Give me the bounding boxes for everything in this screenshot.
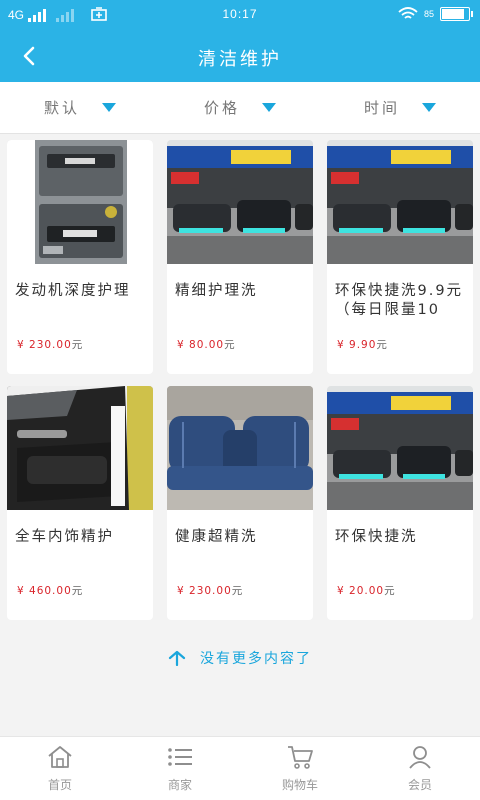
sort-default[interactable]: 默认 [0,82,160,133]
nav-cart[interactable]: 购物车 [240,737,360,800]
product-image-engine [7,140,153,264]
product-price: ¥ 460.00元 [17,585,84,597]
dropdown-triangle-icon [102,103,116,112]
bottom-nav: 首页 商家 购物车 会员 [0,736,480,800]
user-icon [409,746,431,769]
product-grid: 发动机深度护理 ¥ 230.00元 精细护理洗 ¥ 80.00元 环保快捷洗9.… [7,140,473,620]
product-image-storefront [327,140,473,264]
product-name: 全车内饰精护 [15,529,114,545]
nav-home-label: 首页 [47,778,72,792]
product-card[interactable]: 发动机深度护理 ¥ 230.00元 [7,140,153,374]
product-name: 环保快捷洗 [335,529,418,545]
product-image-car-door [7,386,153,510]
nav-member[interactable]: 会员 [360,737,480,800]
list-icon [168,748,192,766]
nav-member-label: 会员 [407,778,432,792]
nav-merchants-label: 商家 [167,778,192,792]
status-right: 85 [398,7,473,21]
page-title: 清洁维护 [198,49,282,70]
sort-time-label: 时间 [363,99,400,117]
product-image-storefront [167,140,313,264]
status-bar: 4G 10:17 85 [0,0,480,30]
no-more-content: 没有更多内容了 [0,648,480,668]
product-name: 精细护理洗 [175,283,258,299]
sort-price[interactable]: 价格 [160,82,320,133]
sort-price-label: 价格 [203,99,240,117]
nav-home[interactable]: 首页 [0,737,120,800]
product-image-storefront [327,386,473,510]
sort-bar: 默认 价格 时间 [0,82,480,134]
product-card[interactable]: 精细护理洗 ¥ 80.00元 [167,140,313,374]
product-price: ¥ 20.00元 [337,585,396,597]
product-name: 健康超精洗 [175,529,258,545]
cart-icon [288,746,313,769]
wifi-icon [398,7,418,19]
product-card[interactable]: 全车内饰精护 ¥ 460.00元 [7,386,153,620]
product-card[interactable]: 环保快捷洗9.9元（每日限量10 ¥ 9.90元 [327,140,473,374]
title-bar: 清洁维护 [0,30,480,82]
nav-cart-label: 购物车 [281,778,318,792]
product-card[interactable]: 环保快捷洗 ¥ 20.00元 [327,386,473,620]
product-price: ¥ 9.90元 [337,339,388,351]
product-name: 发动机深度护理 [15,283,131,299]
product-price: ¥ 230.00元 [17,339,84,351]
no-more-text: 没有更多内容了 [200,651,312,667]
nav-merchants[interactable]: 商家 [120,737,240,800]
product-name: 环保快捷洗9.9元（每日限量10 [335,283,464,318]
arrow-up-icon[interactable] [168,650,186,666]
sort-time[interactable]: 时间 [320,82,480,133]
dropdown-triangle-icon [262,103,276,112]
product-image-car-seat [167,386,313,510]
sort-default-label: 默认 [43,99,80,117]
home-icon [48,746,72,768]
battery-icon [440,7,473,21]
dropdown-triangle-icon [422,103,436,112]
product-price: ¥ 230.00元 [177,585,244,597]
product-price: ¥ 80.00元 [177,339,236,351]
product-card[interactable]: 健康超精洗 ¥ 230.00元 [167,386,313,620]
battery-percent: 85 [423,9,434,19]
